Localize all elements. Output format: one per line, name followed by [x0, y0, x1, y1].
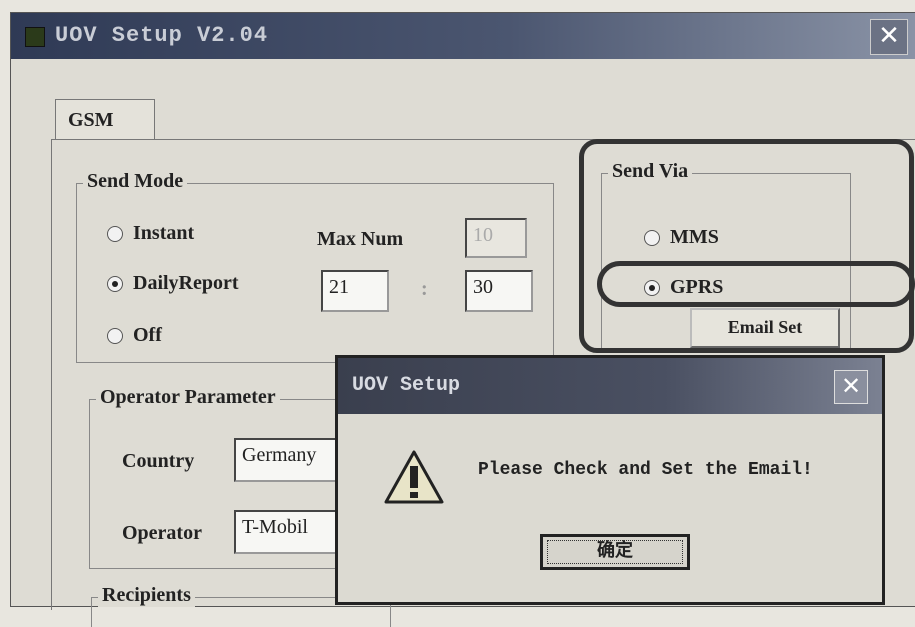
minute-field[interactable]: 30 — [465, 270, 533, 312]
dialog-title: UOV Setup — [352, 374, 461, 397]
alert-dialog: UOV Setup ✕ Please Check and Set the Ema… — [335, 355, 885, 605]
max-num-label: Max Num — [317, 228, 404, 250]
ok-button[interactable]: 确定 — [540, 534, 690, 570]
close-button[interactable]: ✕ — [870, 19, 908, 55]
operator-label: Operator — [122, 522, 202, 544]
radio-off[interactable]: Off — [107, 324, 162, 347]
country-label: Country — [122, 450, 195, 472]
time-separator: : — [421, 278, 428, 300]
gprs-highlight — [597, 261, 915, 307]
max-num-field: 10 — [465, 218, 527, 258]
title-bar[interactable]: UOV Setup V2.04 ✕ — [11, 13, 915, 59]
warning-icon — [384, 450, 444, 504]
dialog-close-button[interactable]: ✕ — [834, 370, 868, 404]
send-via-highlight — [579, 139, 914, 353]
app-icon — [25, 27, 45, 47]
recipients-legend: Recipients — [98, 584, 195, 607]
radio-circle-icon[interactable] — [107, 226, 123, 243]
radio-circle-icon[interactable] — [107, 328, 123, 345]
radio-label: Instant — [133, 222, 195, 244]
window-title: UOV Setup V2.04 — [55, 23, 269, 48]
tab-gsm[interactable]: GSM — [55, 99, 155, 139]
send-mode-legend: Send Mode — [83, 170, 188, 193]
radio-label: DailyReport — [133, 272, 239, 294]
radio-dailyreport[interactable]: DailyReport — [107, 272, 239, 295]
radio-instant[interactable]: Instant — [107, 222, 194, 245]
ok-label: 确定 — [597, 540, 633, 561]
radio-circle-icon[interactable] — [107, 276, 123, 293]
send-mode-group: Send Mode Instant DailyReport Off Max Nu… — [76, 170, 554, 363]
operator-parameter-legend: Operator Parameter — [96, 386, 280, 409]
hour-field[interactable]: 21 — [321, 270, 389, 312]
dialog-message: Please Check and Set the Email! — [478, 460, 813, 480]
dialog-title-bar[interactable]: UOV Setup ✕ — [338, 358, 882, 414]
radio-label: Off — [133, 324, 162, 346]
